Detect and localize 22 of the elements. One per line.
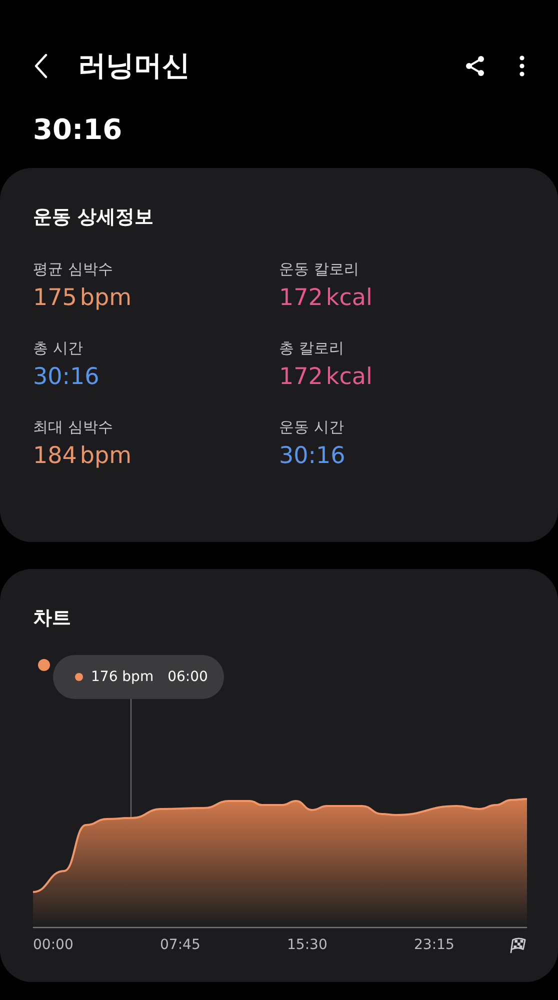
metric-value: 184 bpm <box>33 443 133 469</box>
axis-label: 00:00 <box>33 937 74 955</box>
metric-label: 운동 칼로리 <box>279 260 360 279</box>
page-title: 러닝머신 <box>78 48 191 84</box>
card-title: 차트 <box>32 606 72 631</box>
tooltip-time: 06:00 <box>168 669 208 685</box>
metric-label: 최대 심박수 <box>33 418 114 437</box>
axis-label: 07:45 <box>160 937 202 955</box>
axis-label: 15:30 <box>287 937 328 955</box>
axis-label: 23:15 <box>414 937 456 955</box>
duration-text: 30:16 <box>32 112 124 148</box>
tooltip-value: 176 bpm <box>91 669 154 685</box>
metric-value: 175 bpm <box>33 285 133 311</box>
card-title: 운동 상세정보 <box>33 205 155 230</box>
metric-value: 30:16 <box>279 443 346 469</box>
metric-label: 총 시간 <box>33 339 84 358</box>
metric-value: 172 kcal <box>279 364 374 390</box>
metric-value: 30:16 <box>33 364 100 390</box>
metric-value: 172 kcal <box>279 285 374 311</box>
metric-label: 총 칼로리 <box>279 339 345 358</box>
metric-label: 평균 심박수 <box>33 260 114 279</box>
metric-label: 운동 시간 <box>279 418 345 437</box>
